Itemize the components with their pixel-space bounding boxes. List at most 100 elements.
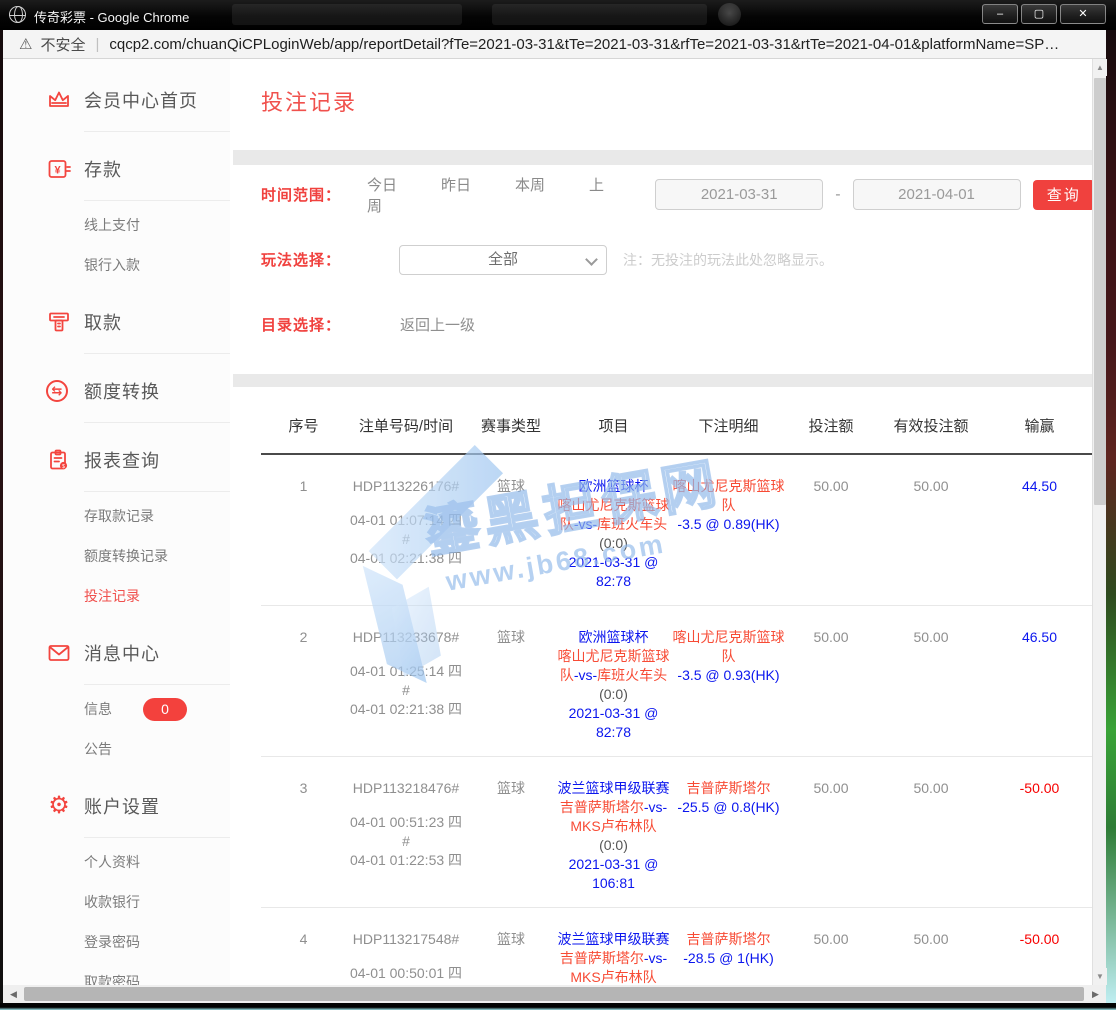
quick-link-昨日[interactable]: 昨日 <box>441 177 471 194</box>
sidebar-subitem-投注记录[interactable]: 投注记录 <box>3 576 230 616</box>
sidebar-subitem-label: 登录密码 <box>84 932 140 952</box>
date-from-input[interactable] <box>655 179 823 210</box>
league-name: 欧洲篮球杯 <box>556 477 671 496</box>
table-row: 2HDP113233678#04-01 01:25:14 四#04-01 02:… <box>261 606 1093 757</box>
table-header-cell: 下注明细 <box>671 417 786 436</box>
minimize-button[interactable]: – <box>982 4 1018 24</box>
sidebar-item-label: 取款 <box>84 309 122 335</box>
message-count-badge: 0 <box>143 698 187 721</box>
match-teams: 吉普萨斯塔尔-vs-MKS卢布林队 (0:0) <box>556 798 671 855</box>
sidebar-subitem-取款密码[interactable]: 取款密码 <box>3 962 230 985</box>
scroll-right-arrow-icon[interactable]: ▶ <box>1087 985 1104 1003</box>
sidebar-divider <box>84 837 230 838</box>
sidebar-item-存款[interactable]: ¥存款 <box>3 146 230 192</box>
quick-link-上周[interactable]: 上周 <box>367 177 604 215</box>
taskbar-ghost-icon <box>718 3 741 26</box>
sidebar-item-label: 消息中心 <box>84 640 160 666</box>
row-number: 4 <box>261 930 346 985</box>
order-number: HDP113233678# <box>346 628 466 647</box>
sidebar-subitem-label: 银行入款 <box>84 255 140 275</box>
vertical-scrollbar[interactable]: ▲ ▼ <box>1092 59 1106 985</box>
table-header-cell: 项目 <box>556 417 671 436</box>
sidebar-item-取款[interactable]: 取款 <box>3 299 230 345</box>
query-button[interactable]: 查询 <box>1033 180 1095 210</box>
bet-pick: 吉普萨斯塔尔 <box>671 930 786 949</box>
date-to-input[interactable] <box>853 179 1021 210</box>
win-loss: -50.00 <box>986 930 1093 985</box>
address-bar[interactable]: ⚠ 不安全 | cqcp2.com/chuanQiCPLoginWeb/app/… <box>3 30 1106 59</box>
settle-time: 04-01 01:22:53 四 <box>346 851 466 870</box>
time-separator: # <box>346 832 466 851</box>
sidebar-subitem-存取款记录[interactable]: 存取款记录 <box>3 496 230 536</box>
sidebar-subitem-label: 线上支付 <box>84 215 140 235</box>
directory-label: 目录选择： <box>261 314 373 335</box>
taskbar-ghost <box>232 4 462 25</box>
sidebar-subitem-label: 额度转换记录 <box>84 546 168 566</box>
vertical-scroll-thumb[interactable] <box>1094 78 1106 505</box>
table-header-cell: 注单号码/时间 <box>346 417 466 436</box>
sidebar-section: $报表查询存取款记录额度转换记录投注记录 <box>3 437 230 616</box>
withdraw-icon <box>46 311 72 333</box>
sidebar-item-报表查询[interactable]: $报表查询 <box>3 437 230 483</box>
sidebar-top-spacer <box>3 59 230 77</box>
quick-link-本周[interactable]: 本周 <box>515 177 545 194</box>
scroll-left-arrow-icon[interactable]: ◀ <box>5 985 22 1003</box>
url-text[interactable]: cqcp2.com/chuanQiCPLoginWeb/app/reportDe… <box>109 36 1059 53</box>
sidebar-item-会员中心首页[interactable]: 会员中心首页 <box>3 77 230 123</box>
horizontal-scroll-thumb[interactable] <box>24 987 1084 1001</box>
sidebar-subitem-公告[interactable]: 公告 <box>3 729 230 769</box>
sidebar-section: 会员中心首页 <box>3 77 230 132</box>
sidebar-subitem-额度转换记录[interactable]: 额度转换记录 <box>3 536 230 576</box>
match-result: 2021-03-31 @ 82:78 <box>556 553 671 591</box>
table-body: 1HDP113226176#04-01 01:07:14 四#04-01 02:… <box>261 455 1093 985</box>
sidebar-item-额度转换[interactable]: ⇆额度转换 <box>3 368 230 414</box>
back-to-parent-link[interactable]: 返回上一级 <box>400 314 475 335</box>
table-row: 4HDP113217548#04-01 00:50:01 四#04-01 01:… <box>261 908 1093 985</box>
sidebar-divider <box>84 422 230 423</box>
sidebar-item-账户设置[interactable]: ⚙账户设置 <box>3 783 230 829</box>
close-button[interactable]: ✕ <box>1060 4 1106 24</box>
sidebar-subitem-收款银行[interactable]: 收款银行 <box>3 882 230 922</box>
taskbar-ghost <box>492 4 707 25</box>
league-name: 欧洲篮球杯 <box>556 628 671 647</box>
match-info: 欧洲篮球杯喀山尤尼克斯篮球队-vs-库班火车头 (0:0)2021-03-31 … <box>556 477 671 591</box>
sidebar-item-label: 报表查询 <box>84 447 160 473</box>
scroll-down-arrow-icon[interactable]: ▼ <box>1093 968 1107 985</box>
chrome-window: 传奇彩票 - Google Chrome – ▢ ✕ ⚠ 不安全 | cqcp2… <box>0 0 1116 1010</box>
play-select-dropdown[interactable]: 全部 <box>399 245 607 275</box>
valid-amount: 50.00 <box>876 477 986 591</box>
sidebar-subitem-个人资料[interactable]: 个人资料 <box>3 842 230 882</box>
directory-row: 目录选择： 返回上一级 <box>261 309 1095 340</box>
sidebar-divider <box>84 353 230 354</box>
globe-favicon-icon <box>9 6 26 23</box>
sidebar-subitem-银行入款[interactable]: 银行入款 <box>3 245 230 285</box>
scroll-up-arrow-icon[interactable]: ▲ <box>1093 59 1107 76</box>
sidebar-item-label: 账户设置 <box>84 793 160 819</box>
bet-amount: 50.00 <box>786 628 876 742</box>
page-title: 投注记录 <box>261 85 1095 117</box>
row-number: 1 <box>261 477 346 591</box>
horizontal-scrollbar[interactable]: ◀ ▶ <box>3 985 1106 1003</box>
crown-icon <box>46 89 72 111</box>
sidebar-item-消息中心[interactable]: 消息中心 <box>3 630 230 676</box>
sidebar-subitem-线上支付[interactable]: 线上支付 <box>3 205 230 245</box>
order-number-time: HDP113218476#04-01 00:51:23 四#04-01 01:2… <box>346 779 466 893</box>
sidebar-subitem-登录密码[interactable]: 登录密码 <box>3 922 230 962</box>
window-border-bottom <box>0 1003 1116 1010</box>
maximize-button[interactable]: ▢ <box>1021 4 1057 24</box>
row-number: 2 <box>261 628 346 742</box>
quick-link-今日[interactable]: 今日 <box>367 177 397 194</box>
bet-time: 04-01 01:25:14 四 <box>346 662 466 681</box>
sidebar-subitem-信息[interactable]: 信息0 <box>3 689 230 729</box>
play-select-note: 注：无投注的玩法此处忽略显示。 <box>623 250 833 270</box>
match-result: 2021-03-31 @ 82:78 <box>556 704 671 742</box>
bet-odds: -3.5 @ 0.89(HK) <box>671 515 786 534</box>
window-border-right <box>1106 30 1116 1003</box>
settle-time: 04-01 02:21:38 四 <box>346 549 466 568</box>
bet-pick: 喀山尤尼克斯篮球队 <box>671 628 786 666</box>
settle-time: 04-01 02:21:38 四 <box>346 700 466 719</box>
warning-icon: ⚠ <box>19 37 32 52</box>
sidebar: 会员中心首页 ¥存款线上支付银行入款取款 ⇆额度转换 $报表查询存取款记录额度转换记录… <box>3 59 230 985</box>
security-label[interactable]: 不安全 <box>40 34 85 55</box>
section-divider <box>233 374 1095 387</box>
